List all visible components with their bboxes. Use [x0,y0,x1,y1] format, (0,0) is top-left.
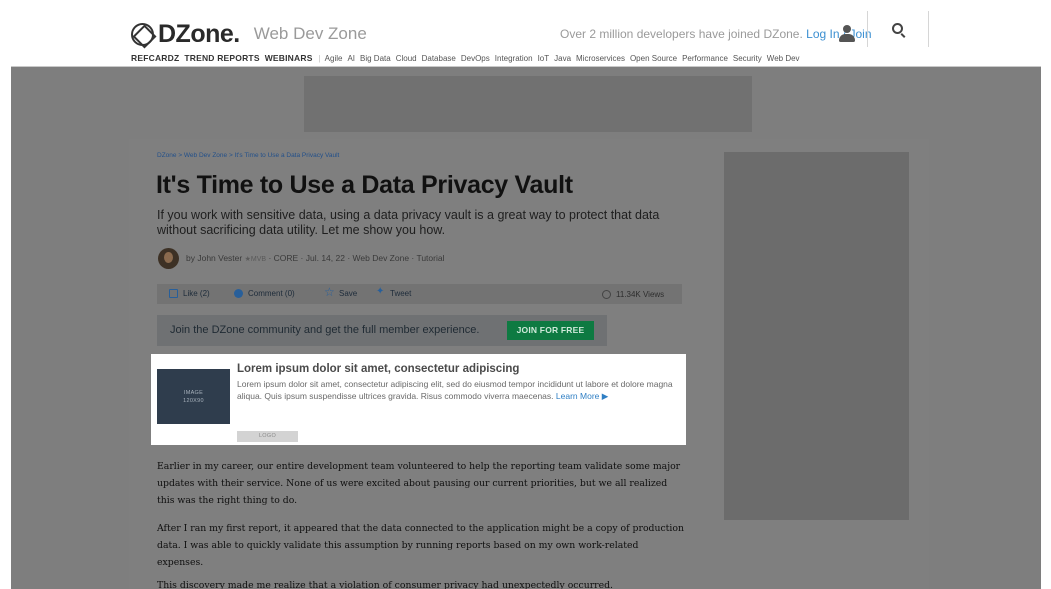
ad-image-size: 120X90 [183,398,204,404]
sidebar-ad-slot[interactable] [724,152,909,520]
ad-title[interactable]: Lorem ipsum dolor sit amet, consectetur … [237,363,519,375]
nav-topic-security[interactable]: Security [733,54,762,63]
tweet-label: Tweet [390,289,412,298]
author-name[interactable]: by John Vester [186,253,242,263]
search-button[interactable] [867,11,929,47]
author-avatar[interactable] [158,248,179,269]
join-banner: Join the DZone community and get the ful… [157,315,607,346]
join-prompt-text: Over 2 million developers have joined DZ… [560,27,803,41]
nav-topic-big-data[interactable]: Big Data [360,54,391,63]
nav-topic-microservices[interactable]: Microservices [576,54,625,63]
brand[interactable]: DZone. Web Dev Zone [131,20,367,48]
article-paragraph: Earlier in my career, our entire develop… [157,461,681,506]
join-for-free-button[interactable]: JOIN FOR FREE [507,321,594,340]
native-ad[interactable]: IMAGE 120X90 Lorem ipsum dolor sit amet,… [151,354,686,445]
article-paragraph: This discovery made me realize that a vi… [157,580,613,589]
browser-viewport: DZone. Web Dev Zone Over 2 million devel… [11,11,1041,589]
comment-button[interactable]: Comment (0) [234,289,295,298]
article-byline: by John Vester ★MVB · CORE · Jul. 14, 22… [186,253,444,263]
article-subtitle: If you work with sensitive data, using a… [157,208,660,237]
nav-topic-iot[interactable]: IoT [538,54,550,63]
tweet-button[interactable]: Tweet [376,286,412,298]
save-button[interactable]: Save [324,285,358,299]
search-icon [892,23,903,34]
page-top-margin [0,0,1051,11]
nav-topic-open-source[interactable]: Open Source [630,54,677,63]
nav-topic-devops[interactable]: DevOps [461,54,490,63]
views-label: 11.34K Views [616,289,665,299]
comment-icon [234,289,243,298]
like-button[interactable]: Like (2) [169,289,210,298]
nav-topic-agile[interactable]: Agile [325,54,343,63]
join-banner-text: Join the DZone community and get the ful… [170,324,480,336]
nav-trend-reports[interactable]: TREND REPORTS [184,53,259,63]
join-prompt: Over 2 million developers have joined DZ… [560,27,872,41]
nav-webinars[interactable]: WEBINARS [265,53,313,63]
mvb-badge: ★MVB [244,256,267,263]
ad-image-label: IMAGE [183,390,204,396]
nav-topic-web-dev[interactable]: Web Dev [767,54,800,63]
nav-topic-database[interactable]: Database [422,54,456,63]
save-label: Save [339,289,358,298]
article-actions-bar: Like (2) Comment (0) Save Tweet 11.34K V… [157,284,682,304]
site-header: DZone. Web Dev Zone Over 2 million devel… [11,11,1041,67]
comment-label: Comment (0) [248,289,295,298]
topic-navbar: REFCARDZ TREND REPORTS WEBINARS | Agile … [131,53,805,63]
learn-more-link[interactable]: Learn More ▶ [556,391,608,401]
nav-topic-performance[interactable]: Performance [682,54,728,63]
article-title: It's Time to Use a Data Privacy Vault [156,171,573,199]
zone-name[interactable]: Web Dev Zone [254,24,367,44]
breadcrumb[interactable]: DZone > Web Dev Zone > It's Time to Use … [157,152,339,159]
dzone-logo-icon [131,22,154,46]
ad-image-placeholder[interactable]: IMAGE 120X90 [157,369,230,424]
nav-refcardz[interactable]: REFCARDZ [131,53,179,63]
brand-name: DZone. [158,19,240,48]
nav-topic-integration[interactable]: Integration [495,54,533,63]
nav-topic-java[interactable]: Java [554,54,571,63]
nav-topic-cloud[interactable]: Cloud [396,54,417,63]
thumbs-up-icon [169,289,178,298]
ad-body: Lorem ipsum dolor sit amet, consectetur … [237,379,682,402]
view-count: 11.34K Views [602,289,664,299]
nav-topic-ai[interactable]: AI [347,54,355,63]
ad-logo-placeholder: LOGO [237,431,298,442]
byline-meta: · CORE · Jul. 14, 22 · Web Dev Zone · Tu… [268,253,445,263]
star-icon [324,285,335,299]
nav-divider: | [318,53,321,63]
user-icon[interactable] [839,25,855,42]
article-paragraph: After I ran my first report, it appeared… [157,523,684,568]
like-label: Like (2) [183,289,210,298]
leaderboard-ad-slot[interactable] [304,76,752,132]
twitter-icon [376,286,385,298]
eye-icon [602,290,611,299]
